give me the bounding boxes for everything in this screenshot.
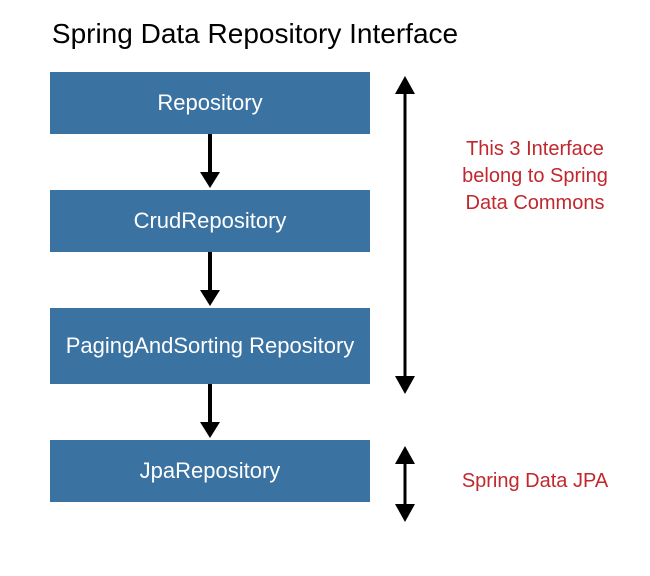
- box-jpa-repository: JpaRepository: [50, 440, 370, 502]
- box-crud-repository: CrudRepository: [50, 190, 370, 252]
- annotation-spring-data-jpa: Spring Data JPA: [440, 468, 630, 495]
- diagram-column: Repository CrudRepository PagingAndSorti…: [50, 72, 370, 502]
- arrow-down-icon: [50, 134, 370, 190]
- arrow-down-icon: [50, 384, 370, 440]
- page-title: Spring Data Repository Interface: [0, 0, 650, 50]
- bracket-lower-icon: [390, 446, 420, 527]
- annotation-spring-data-commons: This 3 Interface belong to Spring Data C…: [440, 136, 630, 217]
- bracket-upper-icon: [390, 76, 420, 399]
- box-paging-sorting-repository: PagingAndSorting Repository: [50, 308, 370, 384]
- box-repository: Repository: [50, 72, 370, 134]
- arrow-down-icon: [50, 252, 370, 308]
